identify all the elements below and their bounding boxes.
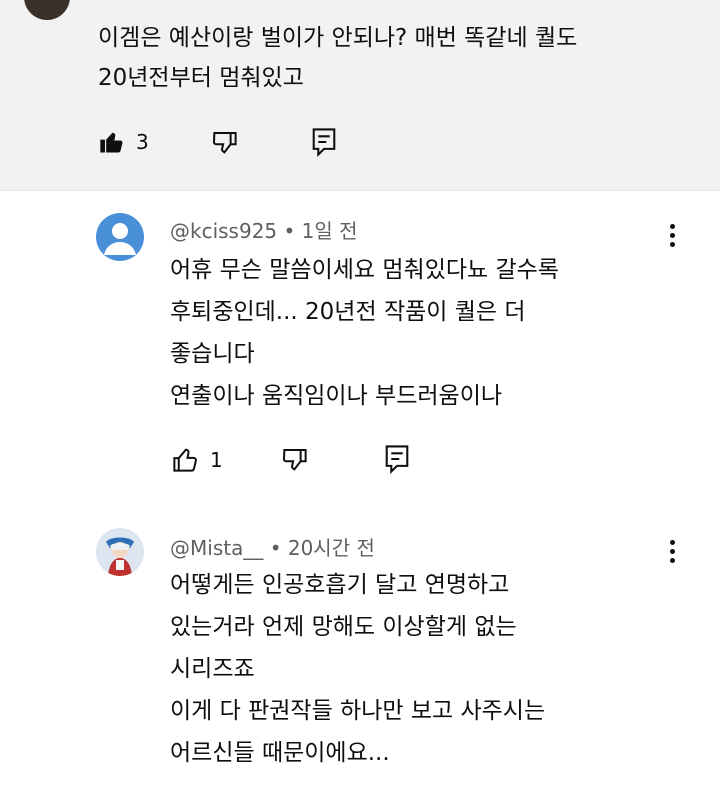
timestamp: 20시간 전 (287, 536, 375, 560)
comment-text-line: 있는거라 언제 망해도 이상할게 없는 (170, 614, 517, 640)
more-icon[interactable] (660, 221, 684, 253)
like-count: 3 (136, 130, 149, 154)
character-avatar-icon (96, 528, 144, 576)
comment-meta: @kciss925 • 1일 전 (170, 219, 358, 243)
highlighted-comment: 이겜은 예산이랑 벌이가 안되나? 매번 똑같네 퀄도 20년전부터 멈춰있고 … (0, 0, 720, 191)
comment-text-line: 이게 다 판권작들 하나만 보고 사주시는 (170, 698, 546, 724)
comment-text-line: 좋습니다 (170, 341, 255, 367)
dislike-icon (282, 449, 307, 471)
like-button[interactable]: 3 (98, 128, 149, 156)
comment-text-line: 이겜은 예산이랑 벌이가 안되나? 매번 똑같네 퀄도 (98, 25, 578, 51)
dislike-button[interactable] (210, 128, 240, 158)
comment-text-line: 20년전부터 멈춰있고 (98, 65, 304, 91)
avatar[interactable] (96, 213, 144, 261)
more-icon[interactable] (660, 537, 684, 569)
comment-text-line: 후퇴중인데... 20년전 작품이 퀄은 더 (170, 299, 526, 325)
reply-button[interactable] (383, 443, 411, 475)
reply-icon (385, 445, 409, 475)
reply-button[interactable] (310, 126, 338, 158)
comment-text-line: 연출이나 움직임이나 부드러움이나 (170, 383, 503, 409)
reply-icon (312, 128, 336, 158)
timestamp: 1일 전 (301, 219, 358, 243)
author-handle[interactable]: @kciss925 (170, 219, 277, 243)
meta-separator: • (283, 219, 296, 243)
like-button[interactable]: 1 (170, 445, 223, 475)
comment-text-line: 어휴 무슨 말씀이세요 멈춰있다뇨 갈수록 (170, 257, 559, 283)
comment-text-line: 시리즈죠 (170, 656, 255, 682)
like-count: 1 (210, 448, 223, 472)
avatar[interactable] (24, 0, 70, 20)
dislike-button[interactable] (280, 445, 310, 475)
comment-meta: @Mista__ • 20시간 전 (170, 536, 375, 560)
comment-text-line: 어르신들 때문이에요... (170, 740, 390, 766)
default-avatar-icon (104, 223, 136, 255)
avatar[interactable] (96, 528, 144, 576)
dislike-icon (212, 132, 237, 154)
comment-text-line: 어떻게든 인공호흡기 달고 연명하고 (170, 572, 510, 598)
like-icon (100, 132, 123, 153)
author-handle[interactable]: @Mista__ (170, 536, 263, 560)
meta-separator: • (269, 536, 282, 560)
like-icon (173, 448, 197, 472)
